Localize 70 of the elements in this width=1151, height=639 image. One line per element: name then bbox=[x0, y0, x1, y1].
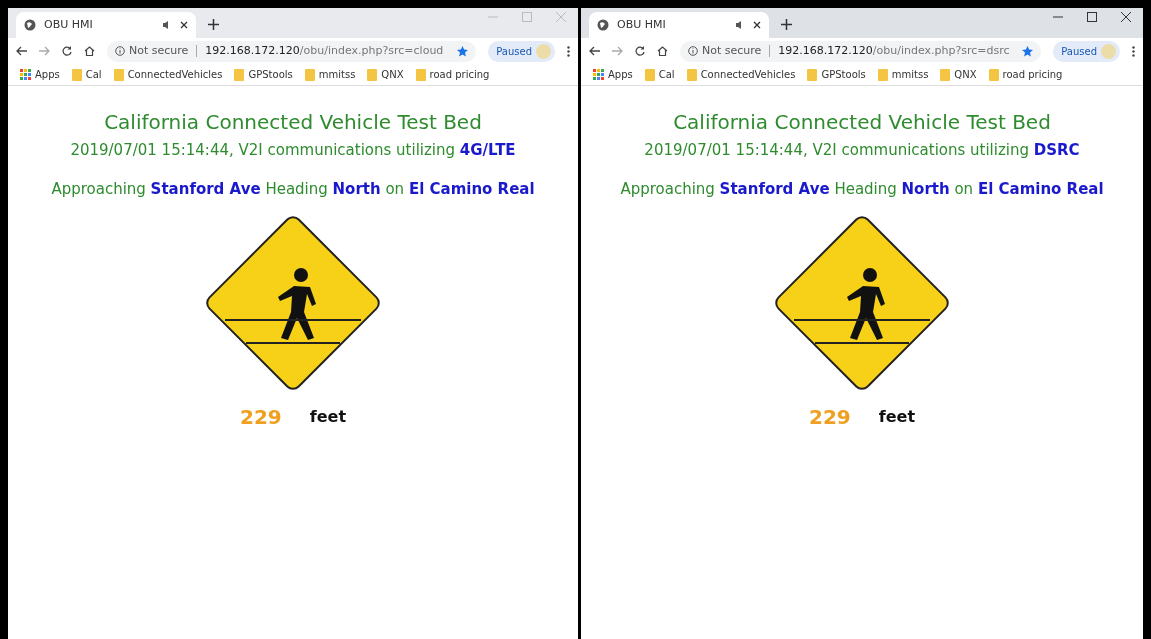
url-text: 192.168.172.120/obu/index.php?src=dsrc bbox=[778, 42, 1010, 59]
bookmark-item[interactable]: mmitss bbox=[304, 67, 356, 82]
apps-grid-icon bbox=[20, 69, 31, 80]
bookmark-item[interactable]: QNX bbox=[940, 67, 977, 82]
folder-icon bbox=[367, 68, 378, 81]
reload-icon[interactable] bbox=[62, 46, 72, 56]
address-bar[interactable]: Not secure 192.168.172.120/obu/index.php?src=cloud bbox=[107, 40, 477, 62]
folder-icon bbox=[304, 68, 315, 81]
approach-message: Approaching Stanford Ave Heading North on El Camino Real bbox=[51, 178, 535, 200]
menu-icon[interactable] bbox=[1132, 45, 1135, 57]
star-icon[interactable] bbox=[1022, 45, 1034, 57]
folder-icon bbox=[644, 68, 655, 81]
menu-icon[interactable] bbox=[567, 45, 570, 57]
new-tab-icon[interactable] bbox=[781, 19, 792, 30]
close-icon[interactable] bbox=[753, 21, 761, 29]
folder-icon bbox=[988, 68, 999, 81]
apps-grid-icon bbox=[593, 69, 604, 80]
home-icon[interactable] bbox=[84, 46, 95, 56]
avatar-icon bbox=[1101, 43, 1116, 59]
profile-button[interactable]: Paused bbox=[488, 40, 555, 62]
back-icon[interactable] bbox=[16, 46, 27, 56]
bookmark-item[interactable]: Cal bbox=[644, 67, 675, 82]
info-icon bbox=[688, 46, 698, 56]
folder-icon bbox=[940, 68, 951, 81]
bookmark-item[interactable]: GPStools bbox=[234, 67, 293, 82]
folder-icon bbox=[113, 68, 124, 81]
distance-unit: feet bbox=[309, 406, 347, 428]
bookmark-item[interactable]: ConnectedVehicles bbox=[113, 67, 223, 82]
bookmark-item[interactable]: ConnectedVehicles bbox=[686, 67, 796, 82]
url-text: 192.168.172.120/obu/index.php?src=cloud bbox=[205, 42, 444, 59]
browser-tab[interactable]: OBU HMI bbox=[589, 12, 769, 38]
security-note: Not secure bbox=[702, 42, 762, 59]
info-icon bbox=[115, 46, 125, 56]
close-icon[interactable] bbox=[180, 21, 188, 29]
tab-title: OBU HMI bbox=[44, 16, 94, 33]
distance-unit: feet bbox=[878, 406, 916, 428]
browser-tab[interactable]: OBU HMI bbox=[16, 12, 196, 38]
bookmark-item[interactable]: mmitss bbox=[877, 67, 929, 82]
status-line: 2019/07/01 15:14:44, V2I communications utilizing DSRC bbox=[644, 140, 1080, 161]
folder-icon bbox=[807, 68, 818, 81]
profile-button[interactable]: Paused bbox=[1053, 40, 1120, 62]
bookmark-item[interactable]: Cal bbox=[71, 67, 102, 82]
folder-icon bbox=[234, 68, 245, 81]
folder-icon bbox=[877, 68, 888, 81]
avatar-icon bbox=[536, 43, 551, 59]
address-bar[interactable]: Not secure 192.168.172.120/obu/index.php?src=dsrc bbox=[680, 40, 1042, 62]
back-icon[interactable] bbox=[589, 46, 600, 56]
tab-title: OBU HMI bbox=[617, 16, 667, 33]
status-line: 2019/07/01 15:14:44, V2I communications utilizing 4G/LTE bbox=[70, 140, 516, 161]
approach-message: Approaching Stanford Ave Heading North on El Camino Real bbox=[620, 178, 1104, 200]
reload-icon[interactable] bbox=[635, 46, 645, 56]
bookmark-item[interactable]: QNX bbox=[367, 67, 404, 82]
page-heading: California Connected Vehicle Test Bed bbox=[673, 110, 1051, 135]
folder-icon bbox=[71, 68, 82, 81]
bookmark-item[interactable]: road pricing bbox=[415, 67, 490, 82]
maximize-icon[interactable] bbox=[1087, 12, 1097, 22]
bookmark-item[interactable]: GPStools bbox=[807, 67, 866, 82]
distance-value: 229 bbox=[239, 404, 282, 431]
new-tab-icon[interactable] bbox=[208, 19, 219, 30]
distance-value: 229 bbox=[808, 404, 851, 431]
bookmark-item[interactable]: Apps bbox=[593, 67, 633, 82]
bookmark-item[interactable]: road pricing bbox=[988, 67, 1063, 82]
bookmark-item[interactable]: Apps bbox=[20, 67, 60, 82]
home-icon[interactable] bbox=[657, 46, 668, 56]
security-note: Not secure bbox=[129, 42, 189, 59]
folder-icon bbox=[686, 68, 697, 81]
star-icon[interactable] bbox=[457, 45, 469, 57]
page-heading: California Connected Vehicle Test Bed bbox=[104, 110, 482, 135]
close-icon[interactable] bbox=[1121, 12, 1131, 22]
folder-icon bbox=[415, 68, 426, 81]
